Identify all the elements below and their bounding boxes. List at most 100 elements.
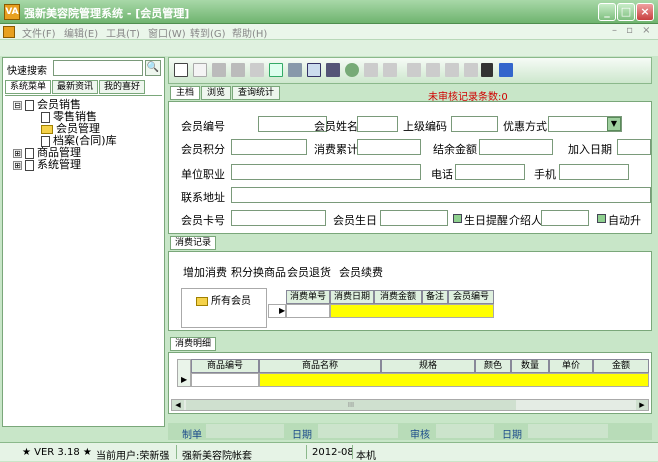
menu-file[interactable]: 文件(F) — [22, 25, 56, 40]
refresh-icon[interactable] — [383, 63, 397, 77]
join-date-input[interactable] — [617, 139, 651, 155]
member-name-input[interactable] — [357, 116, 398, 132]
period-text: 2012-08 — [312, 447, 354, 458]
tab-system-menu[interactable]: 系统菜单 — [5, 80, 51, 94]
expand-icon[interactable]: ⊞ — [13, 160, 22, 170]
tab-consume-detail[interactable]: 消费明细 — [170, 337, 216, 351]
horizontal-scrollbar[interactable]: ◀ III ▶ — [171, 399, 649, 411]
company-input[interactable] — [231, 164, 421, 180]
tab-my-favorites[interactable]: 我的喜好 — [99, 80, 145, 94]
scroll-right-icon[interactable]: ▶ — [636, 400, 648, 410]
expand-icon[interactable]: ⊞ — [13, 148, 22, 158]
consume-detail-panel: 商品编号 商品名称 规格 颜色 数量 单价 金额 ▶ ◀ III ▶ — [168, 352, 652, 414]
card-no-input[interactable] — [231, 210, 326, 226]
print-icon[interactable] — [326, 63, 340, 77]
menu-edit[interactable]: 编辑(E) — [64, 25, 98, 40]
table-row[interactable] — [259, 373, 649, 387]
tab-browse[interactable]: 浏览 — [201, 86, 231, 100]
company-label: 单位职业 — [181, 168, 225, 181]
audit-icon[interactable] — [269, 63, 283, 77]
menu-goto[interactable]: 转到(G) — [190, 25, 226, 40]
menu-window[interactable]: 窗口(W) — [148, 25, 186, 40]
last-record-icon[interactable] — [464, 63, 478, 77]
maker-value — [206, 424, 284, 438]
menu-tools[interactable]: 工具(T) — [106, 25, 140, 40]
tree-item-all-members[interactable]: 所有会员 — [196, 292, 251, 307]
copy-icon[interactable] — [288, 63, 302, 77]
table-row[interactable] — [330, 304, 494, 318]
document-icon — [41, 111, 50, 123]
mdi-window-controls[interactable]: – ▫ × — [612, 25, 654, 36]
points-label: 会员积分 — [181, 143, 225, 156]
points-input[interactable] — [231, 139, 307, 155]
member-group-tree: 所有会员 — [181, 288, 267, 328]
balance-input[interactable] — [479, 139, 553, 155]
col-consume-no: 消费单号 — [286, 290, 330, 304]
new-icon[interactable] — [174, 63, 188, 77]
exit-icon[interactable] — [499, 63, 513, 77]
quick-search-label: 快速搜索 — [7, 66, 47, 77]
first-record-icon[interactable] — [407, 63, 421, 77]
close-button[interactable]: × — [636, 3, 654, 21]
nav-tree: ⊟ 会员销售 零售销售 会员管理 档案(合同)库 ⊞ 商品管理 ⊞ 系统管理 — [5, 95, 162, 424]
version-text: ★ VER 3.18 ★ — [22, 447, 92, 458]
collapse-icon[interactable]: ⊟ — [13, 100, 22, 110]
birthday-input[interactable] — [380, 210, 448, 226]
filter-icon[interactable] — [364, 63, 378, 77]
mobile-input[interactable] — [559, 164, 629, 180]
discount-label: 优惠方式 — [503, 120, 547, 133]
col-amount: 金额 — [593, 359, 649, 373]
tab-consume-records[interactable]: 消费记录 — [170, 236, 216, 250]
scroll-left-icon[interactable]: ◀ — [172, 400, 184, 410]
edit-icon[interactable] — [193, 63, 207, 77]
birthday-remind-label: 生日提醒 — [464, 214, 508, 227]
tab-query-stats[interactable]: 查询统计 — [232, 86, 280, 100]
referrer-input[interactable] — [541, 210, 589, 226]
quick-search-input[interactable] — [53, 60, 143, 76]
member-renew-button[interactable]: 会员续费 — [339, 264, 383, 280]
preview-icon[interactable] — [307, 63, 321, 77]
mode-text: 本机 — [356, 451, 376, 462]
points-exchange-button[interactable]: 积分换商品 — [231, 264, 286, 280]
export-icon[interactable] — [345, 63, 359, 77]
col-product-name: 商品名称 — [259, 359, 381, 373]
phone-label: 电话 — [431, 168, 453, 181]
member-return-button[interactable]: 会员退货 — [287, 264, 331, 280]
doc-icon — [3, 26, 15, 38]
audit-value — [436, 424, 494, 438]
prev-record-icon[interactable] — [426, 63, 440, 77]
birthday-remind-checkbox[interactable] — [453, 214, 462, 223]
add-consume-button[interactable]: 增加消费 — [183, 264, 227, 280]
search-icon[interactable]: 🔍 — [145, 60, 161, 76]
document-icon — [25, 99, 34, 111]
tree-item-system-management[interactable]: ⊞ 系统管理 — [13, 159, 81, 171]
save-icon[interactable] — [231, 63, 245, 77]
scroll-thumb[interactable]: III — [186, 400, 516, 410]
address-input[interactable] — [231, 187, 651, 203]
table-cell[interactable] — [191, 373, 259, 387]
minimize-button[interactable]: _ — [598, 3, 616, 21]
tab-latest-news[interactable]: 最新资讯 — [52, 80, 98, 94]
table-cell[interactable] — [286, 304, 330, 318]
menu-help[interactable]: 帮助(H) — [232, 25, 267, 40]
find-icon[interactable] — [481, 63, 493, 77]
col-spec: 规格 — [381, 359, 475, 373]
divider — [176, 445, 177, 459]
auto-upgrade-checkbox[interactable] — [597, 214, 606, 223]
maximize-button[interactable]: □ — [617, 3, 635, 21]
chevron-down-icon[interactable]: ▼ — [607, 117, 621, 131]
member-no-label: 会员编号 — [181, 120, 225, 133]
upper-code-input[interactable] — [451, 116, 498, 132]
account-text: 强新美容院帐套 — [182, 451, 252, 462]
member-name-label: 会员姓名 — [314, 120, 358, 133]
join-date-label: 加入日期 — [568, 143, 612, 156]
referrer-label: 介绍人 — [509, 214, 542, 227]
title-bar: VA 强新美容院管理系统 - [会员管理] _ □ × — [0, 0, 658, 24]
phone-input[interactable] — [455, 164, 525, 180]
consume-total-input[interactable] — [357, 139, 421, 155]
undo-icon[interactable] — [250, 63, 264, 77]
next-record-icon[interactable] — [445, 63, 459, 77]
delete-icon[interactable] — [212, 63, 226, 77]
tab-main[interactable]: 主档 — [170, 86, 200, 100]
address-label: 联系地址 — [181, 191, 225, 204]
